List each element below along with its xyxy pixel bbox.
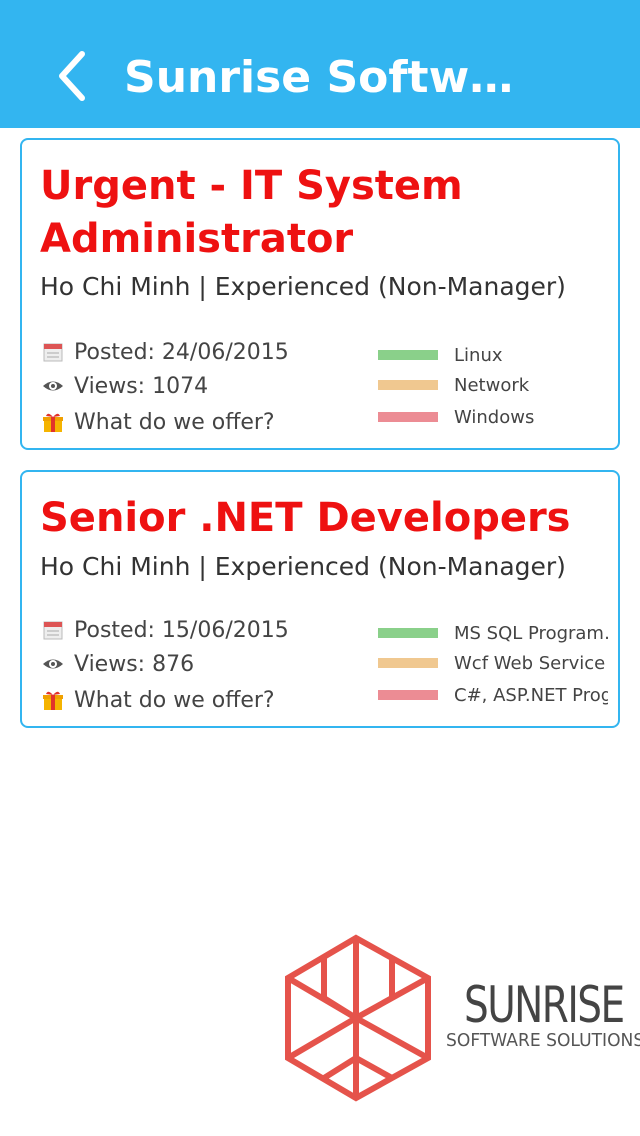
posted-date-row: Posted: 15/06/2015 <box>42 614 289 646</box>
views-row: Views: 876 <box>42 648 194 680</box>
what-we-offer-label[interactable]: What do we offer? <box>74 688 275 713</box>
skill-tag: Network <box>378 370 610 400</box>
back-button[interactable] <box>40 40 104 112</box>
skill-label: C#, ASP.NET Prog… <box>454 684 608 706</box>
gift-icon <box>43 691 63 710</box>
what-we-offer-label[interactable]: What do we offer? <box>74 410 275 435</box>
job-title[interactable]: Senior .NET Developers <box>40 492 600 545</box>
skill-color-bar <box>378 690 438 700</box>
skill-color-bar <box>378 658 438 668</box>
job-location-level: Ho Chi Minh | Experienced (Non-Manager) <box>40 552 566 581</box>
sunrise-logo-mark-icon <box>285 934 431 1102</box>
job-title[interactable]: Urgent - IT System Administrator <box>40 160 600 266</box>
views-row: Views: 1074 <box>42 370 208 402</box>
calendar-icon <box>43 621 63 640</box>
skill-label: Windows <box>454 406 535 428</box>
skill-tag: MS SQL Program… <box>378 618 610 648</box>
posted-date: Posted: 24/06/2015 <box>74 339 289 365</box>
job-location-level: Ho Chi Minh | Experienced (Non-Manager) <box>40 272 566 301</box>
job-card[interactable]: Senior .NET Developers Ho Chi Minh | Exp… <box>20 470 620 728</box>
gift-icon <box>43 413 63 432</box>
app-bar: Sunrise Softwar… <box>0 0 640 128</box>
calendar-icon <box>43 343 63 362</box>
skill-label: Wcf Web Service <box>454 652 606 674</box>
logo-wordmark: SUNRISE <box>464 976 625 1034</box>
views-count: Views: 876 <box>74 651 195 677</box>
skill-tag: C#, ASP.NET Prog… <box>378 680 610 710</box>
skill-tag: Linux <box>378 340 610 370</box>
skill-color-bar <box>378 380 438 390</box>
skill-label: Linux <box>454 344 503 366</box>
skill-tag: Wcf Web Service <box>378 648 610 678</box>
chevron-left-icon <box>59 51 85 101</box>
company-logo: SUNRISE SOFTWARE SOLUTIONS <box>284 934 640 1104</box>
job-card[interactable]: Urgent - IT System Administrator Ho Chi … <box>20 138 620 450</box>
skill-color-bar <box>378 412 438 422</box>
skill-label: MS SQL Program… <box>454 622 608 644</box>
logo-tagline: SOFTWARE SOLUTIONS <box>446 1030 640 1051</box>
page-title: Sunrise Softwar… <box>124 52 524 103</box>
posted-date-row: Posted: 24/06/2015 <box>42 336 289 368</box>
skill-color-bar <box>378 628 438 638</box>
skill-color-bar <box>378 350 438 360</box>
eye-icon <box>43 659 63 669</box>
views-count: Views: 1074 <box>74 373 209 399</box>
what-we-offer-link[interactable]: What do we offer? <box>42 684 275 716</box>
posted-date: Posted: 15/06/2015 <box>74 617 289 643</box>
what-we-offer-link[interactable]: What do we offer? <box>42 406 275 438</box>
skill-label: Network <box>454 374 530 396</box>
eye-icon <box>43 381 63 391</box>
skill-tag: Windows <box>378 402 610 432</box>
